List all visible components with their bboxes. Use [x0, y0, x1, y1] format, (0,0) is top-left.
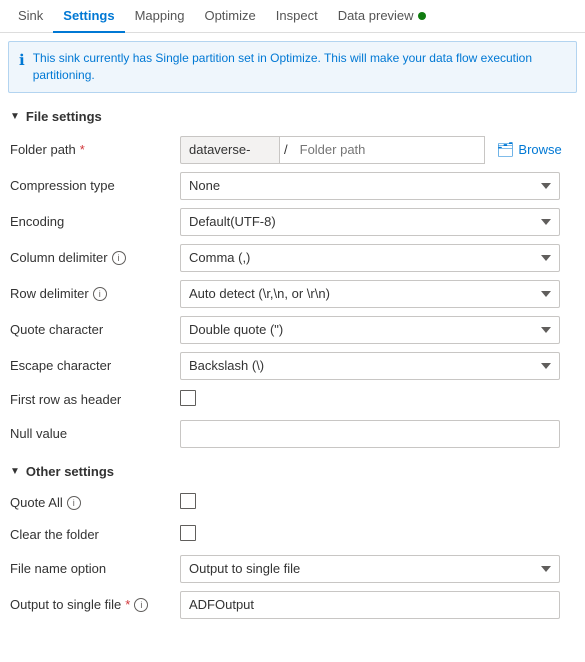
row-delimiter-label: Row delimiter i	[10, 286, 180, 301]
file-settings-content: Folder path * dataverse- / 🗂 Browse Comp…	[0, 128, 585, 456]
tab-inspect[interactable]: Inspect	[266, 0, 328, 33]
clear-folder-checkbox[interactable]	[180, 525, 196, 541]
column-delimiter-select[interactable]: Comma (,) Tab Semicolon (;) Pipe (|) Spa…	[180, 244, 560, 272]
column-delimiter-label: Column delimiter i	[10, 250, 180, 265]
file-settings-header[interactable]: ▼ File settings	[0, 101, 585, 128]
encoding-select[interactable]: Default(UTF-8) UTF-8 UTF-16 ASCII	[180, 208, 560, 236]
quote-all-label: Quote All i	[10, 495, 180, 510]
compression-type-select[interactable]: None gzip deflate bzip2	[180, 172, 560, 200]
clear-folder-control	[180, 525, 560, 544]
tab-mapping[interactable]: Mapping	[125, 0, 195, 33]
browse-icon: 🗂	[497, 141, 515, 158]
first-row-header-label: First row as header	[10, 392, 180, 407]
null-value-row: Null value	[10, 416, 575, 452]
quote-character-row: Quote character Double quote (") Single …	[10, 312, 575, 348]
status-dot	[418, 12, 426, 20]
collapse-arrow-file: ▼	[10, 111, 20, 122]
clear-folder-label: Clear the folder	[10, 527, 180, 542]
output-single-file-input[interactable]	[180, 591, 560, 619]
null-value-control	[180, 420, 560, 448]
quote-all-info-icon[interactable]: i	[67, 496, 81, 510]
folder-path-label: Folder path *	[10, 142, 180, 157]
folder-prefix-value: dataverse-	[180, 136, 280, 164]
first-row-header-row: First row as header	[10, 384, 575, 416]
quote-all-checkbox[interactable]	[180, 493, 196, 509]
info-text: This sink currently has Single partition…	[33, 50, 566, 84]
compression-type-label: Compression type	[10, 178, 180, 193]
output-required-star: *	[125, 597, 130, 612]
folder-path-control: dataverse- / 🗂 Browse	[180, 136, 560, 164]
row-delimiter-row: Row delimiter i Auto detect (\r,\n, or \…	[10, 276, 575, 312]
tab-data-preview[interactable]: Data preview	[328, 0, 436, 33]
output-single-file-label: Output to single file * i	[10, 597, 180, 612]
file-name-option-row: File name option Output to single file D…	[10, 551, 575, 587]
file-name-option-select[interactable]: Output to single file Default Pattern Pe…	[180, 555, 560, 583]
clear-folder-row: Clear the folder	[10, 519, 575, 551]
tab-settings[interactable]: Settings	[53, 0, 124, 33]
tab-sink[interactable]: Sink	[8, 0, 53, 33]
null-value-input[interactable]	[180, 420, 560, 448]
encoding-row: Encoding Default(UTF-8) UTF-8 UTF-16 ASC…	[10, 204, 575, 240]
first-row-header-checkbox[interactable]	[180, 390, 196, 406]
compression-type-control: None gzip deflate bzip2	[180, 172, 560, 200]
folder-path-input[interactable]	[292, 136, 485, 164]
file-settings-label: File settings	[26, 109, 102, 124]
quote-all-control	[180, 493, 560, 512]
info-banner: ℹ This sink currently has Single partiti…	[8, 41, 577, 93]
file-name-option-label: File name option	[10, 561, 180, 576]
folder-path-row: Folder path * dataverse- / 🗂 Browse	[10, 132, 575, 168]
null-value-label: Null value	[10, 426, 180, 441]
encoding-label: Encoding	[10, 214, 180, 229]
escape-character-select[interactable]: Backslash (\) Double quote (") No escape…	[180, 352, 560, 380]
row-delimiter-control: Auto detect (\r,\n, or \r\n) \r\n \n \r	[180, 280, 560, 308]
output-single-file-info-icon[interactable]: i	[134, 598, 148, 612]
compression-type-row: Compression type None gzip deflate bzip2	[10, 168, 575, 204]
escape-character-control: Backslash (\) Double quote (") No escape…	[180, 352, 560, 380]
column-delimiter-info-icon[interactable]: i	[112, 251, 126, 265]
output-single-file-row: Output to single file * i	[10, 587, 575, 623]
quote-character-select[interactable]: Double quote (") Single quote (') No quo…	[180, 316, 560, 344]
info-icon: ℹ	[19, 51, 25, 69]
row-delimiter-info-icon[interactable]: i	[93, 287, 107, 301]
escape-character-label: Escape character	[10, 358, 180, 373]
tab-optimize[interactable]: Optimize	[194, 0, 265, 33]
quote-character-control: Double quote (") Single quote (') No quo…	[180, 316, 560, 344]
row-delimiter-select[interactable]: Auto detect (\r,\n, or \r\n) \r\n \n \r	[180, 280, 560, 308]
browse-button[interactable]: 🗂 Browse	[491, 137, 568, 162]
collapse-arrow-other: ▼	[10, 466, 20, 477]
folder-slash: /	[280, 136, 292, 164]
quote-character-label: Quote character	[10, 322, 180, 337]
other-settings-header[interactable]: ▼ Other settings	[0, 456, 585, 483]
first-row-header-control	[180, 390, 560, 409]
other-settings-label: Other settings	[26, 464, 114, 479]
file-name-option-control: Output to single file Default Pattern Pe…	[180, 555, 560, 583]
escape-character-row: Escape character Backslash (\) Double qu…	[10, 348, 575, 384]
column-delimiter-row: Column delimiter i Comma (,) Tab Semicol…	[10, 240, 575, 276]
required-star: *	[80, 142, 85, 157]
tab-bar: Sink Settings Mapping Optimize Inspect D…	[0, 0, 585, 33]
output-single-file-control	[180, 591, 560, 619]
other-settings-content: Quote All i Clear the folder File name o…	[0, 483, 585, 627]
encoding-control: Default(UTF-8) UTF-8 UTF-16 ASCII	[180, 208, 560, 236]
quote-all-row: Quote All i	[10, 487, 575, 519]
column-delimiter-control: Comma (,) Tab Semicolon (;) Pipe (|) Spa…	[180, 244, 560, 272]
